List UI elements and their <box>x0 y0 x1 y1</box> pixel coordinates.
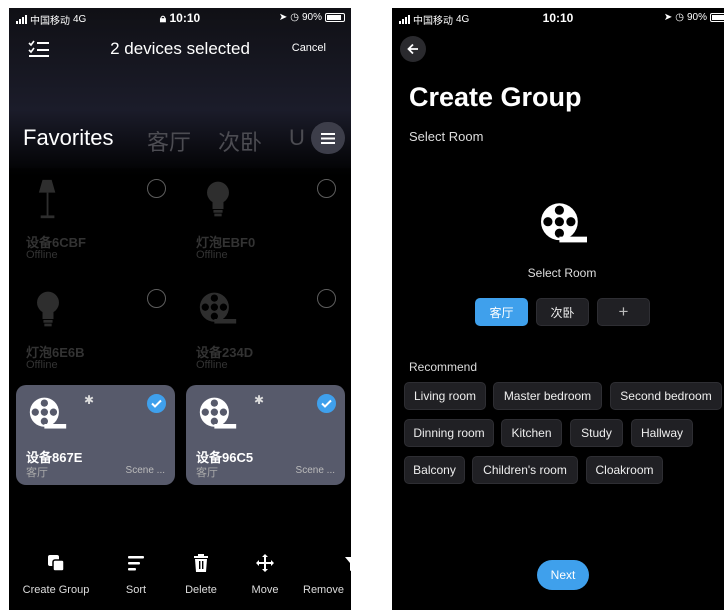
remove-icon <box>345 557 351 571</box>
status-bar: 中国移动 4G 🔒︎ 10:10 ➤ ◷ 90% <box>9 8 351 30</box>
floor-lamp-icon <box>38 179 56 219</box>
page-subtitle: Select Room <box>409 129 484 144</box>
select-radio[interactable] <box>147 179 166 198</box>
recommend-chip[interactable]: Cloakroom <box>586 456 663 484</box>
battery-icon <box>710 13 724 22</box>
page-title: Create Group <box>409 82 582 112</box>
cancel-button[interactable]: Cancel <box>292 42 326 54</box>
alarm-icon: ◷ <box>290 12 299 23</box>
toolbar-label: Create Group <box>22 584 90 596</box>
create-group-button[interactable]: Create Group <box>18 554 94 596</box>
select-radio[interactable] <box>317 289 336 308</box>
device-card-selected[interactable]: ✱ 设备867E 客厅 Scene ... <box>16 385 175 485</box>
status-right: ➤ ◷ 90% <box>279 12 345 23</box>
bulb-icon <box>207 181 229 217</box>
device-card[interactable]: 设备6CBF Offline <box>16 170 175 270</box>
device-card[interactable]: 灯泡6E6B Offline <box>16 280 175 380</box>
remove-button[interactable]: Remove <box>303 554 351 596</box>
battery-text: 90% <box>686 12 707 23</box>
battery-icon <box>325 13 345 22</box>
device-card[interactable]: 设备234D Offline <box>186 280 345 380</box>
recommend-chip[interactable]: Master bedroom <box>493 382 602 410</box>
toolbar-label: Delete <box>185 584 217 596</box>
room-chip-second-bedroom[interactable]: 次卧 <box>536 298 589 326</box>
device-room: 客厅 <box>196 467 218 479</box>
device-card-selected[interactable]: ✱ 设备96C5 客厅 Scene ... <box>186 385 345 485</box>
location-icon: ➤ <box>278 12 288 23</box>
device-card[interactable]: 灯泡EBF0 Offline <box>186 170 345 270</box>
check-icon[interactable] <box>147 394 166 413</box>
device-room: 客厅 <box>26 467 48 479</box>
back-arrow-icon <box>407 43 418 55</box>
device-scene: Scene ... <box>125 465 165 476</box>
film-reel-icon <box>199 292 237 324</box>
room-chip-living-room[interactable]: 客厅 <box>475 298 528 326</box>
status-bar: 中国移动 4G 10:10 ➤ ◷ 90% <box>392 8 724 30</box>
hamburger-icon <box>321 132 335 144</box>
device-status: Offline <box>26 249 58 261</box>
recommend-chip[interactable]: Study <box>570 419 623 447</box>
toolbar-label: Move <box>251 584 279 596</box>
add-room-button[interactable]: + <box>597 298 650 326</box>
film-reel-icon <box>199 397 237 429</box>
recommend-chip[interactable]: Children's room <box>472 456 578 484</box>
device-scene: Scene ... <box>295 465 335 476</box>
check-icon[interactable] <box>317 394 336 413</box>
trash-icon <box>194 554 208 572</box>
recommend-chip[interactable]: Dinning room <box>404 419 494 447</box>
tab-more[interactable]: U <box>289 125 305 151</box>
tab-second-bedroom[interactable]: 次卧 <box>218 125 262 157</box>
alarm-icon: ◷ <box>675 12 684 23</box>
create-group-icon <box>48 555 65 572</box>
recommend-chip[interactable]: Living room <box>404 382 486 410</box>
toolbar-label: Remove <box>303 584 344 596</box>
next-button[interactable]: Next <box>537 560 589 590</box>
battery-text: 90% <box>301 12 322 23</box>
recommend-label: Recommend <box>409 360 478 374</box>
recommend-chip[interactable]: Balcony <box>404 456 465 484</box>
select-room-label: Select Room <box>527 266 597 280</box>
toolbar-label: Sort <box>125 584 147 596</box>
tab-living-room[interactable]: 客厅 <box>147 125 191 157</box>
device-list-screen: 中国移动 4G 🔒︎ 10:10 ➤ ◷ 90% 2 devices selec… <box>9 8 351 610</box>
film-reel-icon <box>541 203 587 243</box>
location-icon: ➤ <box>663 12 673 23</box>
move-button[interactable]: Move <box>227 554 303 596</box>
recommend-chip[interactable]: Kitchen <box>501 419 562 447</box>
select-radio[interactable] <box>317 179 336 198</box>
sort-icon <box>128 556 144 571</box>
device-status: Offline <box>196 359 228 371</box>
tab-menu-button[interactable] <box>311 122 345 154</box>
recommend-chip[interactable]: Hallway <box>631 419 693 447</box>
recommend-chip[interactable]: Second bedroom <box>610 382 722 410</box>
create-group-screen: 中国移动 4G 10:10 ➤ ◷ 90% Create Group Selec… <box>392 8 724 610</box>
select-radio[interactable] <box>147 289 166 308</box>
clock-text: 10:10 <box>169 11 201 25</box>
bluetooth-icon: ✱ <box>254 393 265 407</box>
bulb-icon <box>37 291 59 327</box>
back-button[interactable] <box>400 36 426 62</box>
status-right: ➤ ◷ 90% <box>664 12 724 23</box>
film-reel-icon <box>29 397 67 429</box>
tab-favorites[interactable]: Favorites <box>23 125 113 151</box>
device-status: Offline <box>196 249 228 261</box>
device-status: Offline <box>26 359 58 371</box>
move-icon <box>256 554 274 572</box>
bluetooth-icon: ✱ <box>84 393 95 407</box>
